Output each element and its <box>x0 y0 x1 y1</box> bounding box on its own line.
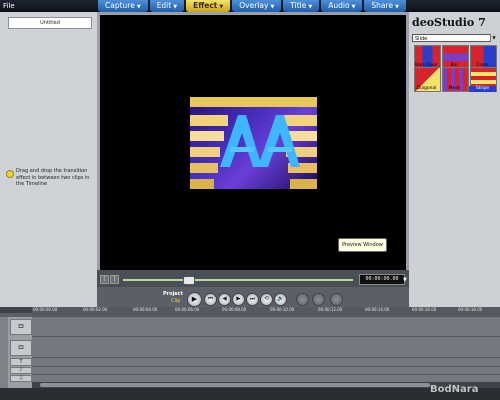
step-back-icon[interactable]: ◀ <box>218 293 231 306</box>
overlay-track[interactable] <box>32 337 500 358</box>
step-forward-icon[interactable]: ▶ <box>232 293 245 306</box>
lightbulb-icon <box>6 170 14 178</box>
chevron-down-icon: ▼ <box>136 4 141 10</box>
transition-label: Mesh <box>448 86 461 91</box>
scrollbar-thumb[interactable] <box>40 383 430 387</box>
ruler-tick: 00:00:00.00 <box>33 307 58 312</box>
ruler-tick: 00:00:12.00 <box>318 307 343 312</box>
ruler-tick: 00:00:02.00 <box>83 307 108 312</box>
chevron-down-icon: ▼ <box>219 4 224 10</box>
tab-share[interactable]: Share ▼ <box>364 0 406 12</box>
volume-icon[interactable]: 🔊 <box>274 293 287 306</box>
timecode-display[interactable]: 00:00:00.00 <box>359 274 405 285</box>
ruler-tick: 00:00:18.00 <box>458 307 483 312</box>
category-select[interactable]: Slide <box>412 34 496 42</box>
overlay-reel-icon[interactable]: 🎞 <box>10 340 32 356</box>
undo-icon[interactable] <box>296 293 309 306</box>
repeat-icon[interactable]: ⟲ <box>260 293 273 306</box>
step-tabs: Capture ▼ Edit ▼ Effect ▼ Overlay ▼ Title ▼ A… <box>98 0 408 12</box>
chevron-down-icon: ▼ <box>270 4 275 10</box>
redo-icon[interactable] <box>312 293 325 306</box>
tab-edit[interactable]: Edit ▼ <box>149 0 185 12</box>
scrub-handle[interactable] <box>183 276 195 285</box>
mark-out-button[interactable]: ] <box>110 275 119 284</box>
chevron-down-icon: ▼ <box>351 4 356 10</box>
project-mode-label[interactable]: Project <box>163 291 183 297</box>
preview-tooltip: Preview Window <box>338 238 387 252</box>
tip-text: Drag and drop the transition effect in b… <box>16 168 90 187</box>
tab-capture[interactable]: Capture ▼ <box>98 0 148 12</box>
file-menu[interactable]: File <box>3 0 15 12</box>
ruler-tick: 00:00:16.00 <box>412 307 437 312</box>
clip-mode-label[interactable]: Clip <box>171 298 180 304</box>
tab-effect[interactable]: Effect ▼ <box>186 0 231 12</box>
tab-audio-label: Audio <box>328 1 350 10</box>
title-track[interactable] <box>32 358 500 367</box>
scrub-bar[interactable] <box>123 279 353 281</box>
voice-track[interactable] <box>32 367 500 375</box>
video-track[interactable] <box>32 318 500 337</box>
tab-title-label: Title <box>290 1 307 10</box>
tab-audio[interactable]: Audio ▼ <box>321 0 363 12</box>
chevron-down-icon[interactable]: ▼ <box>490 34 497 42</box>
clip-name-field[interactable]: Untitled <box>8 17 92 29</box>
timeline-side-tools <box>0 317 8 388</box>
ruler-tick: 00:00:06.00 <box>175 307 200 312</box>
chevron-down-icon: ▼ <box>308 4 313 10</box>
ruler-tick: 00:00:04.00 <box>133 307 158 312</box>
video-frame <box>190 97 317 189</box>
chevron-down-icon: ▼ <box>395 4 399 10</box>
ruler-tick: 00:00:10.00 <box>270 307 295 312</box>
settings-icon[interactable] <box>330 293 343 306</box>
status-bar <box>0 388 500 400</box>
watermark: BodNara <box>430 384 479 395</box>
chevron-down-icon[interactable]: ▼ <box>403 277 407 283</box>
tab-edit-label: Edit <box>156 1 172 10</box>
film-reel-icon[interactable]: 🎞 <box>10 319 32 335</box>
title-track-icon[interactable]: T <box>10 358 32 366</box>
music-icon[interactable]: ♫ <box>10 375 32 382</box>
ruler-tick: 00:00:08.00 <box>222 307 247 312</box>
tab-share-label: Share <box>371 1 394 10</box>
play-icon[interactable]: ▶ <box>187 292 202 307</box>
chevron-down-icon: ▼ <box>173 4 178 10</box>
tab-title[interactable]: Title ▼ <box>283 0 320 12</box>
tab-overlay[interactable]: Overlay ▼ <box>232 0 282 12</box>
options-panel <box>0 12 98 307</box>
skip-end-icon[interactable]: ⏭ <box>246 293 259 306</box>
microphone-icon[interactable]: ♪ <box>10 367 32 374</box>
skip-start-icon[interactable]: ⏮ <box>204 293 217 306</box>
transition-label: Diagonal <box>416 86 437 91</box>
video-content <box>190 97 317 189</box>
tab-effect-label: Effect <box>193 1 218 10</box>
ruler-tick: 00:00:14.00 <box>365 307 390 312</box>
tab-overlay-label: Overlay <box>239 1 269 10</box>
app-title: deoStudio 7 <box>412 16 486 29</box>
tab-capture-label: Capture <box>105 1 135 10</box>
mark-in-button[interactable]: [ <box>100 275 109 284</box>
transition-label-selected: Stripe <box>469 86 496 92</box>
